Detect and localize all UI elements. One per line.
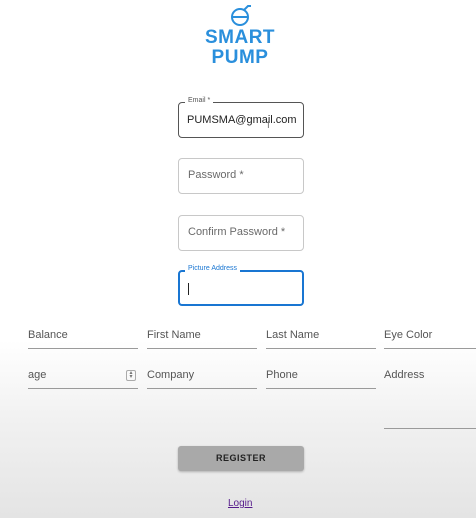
password-field[interactable]: Password * — [178, 158, 304, 194]
phone-field[interactable]: Phone — [266, 366, 376, 389]
company-field[interactable]: Company — [147, 366, 257, 389]
confirm-password-placeholder: Confirm Password * — [188, 226, 286, 238]
balance-field[interactable]: Balance — [28, 326, 138, 349]
brand-line-1: SMART — [204, 27, 276, 48]
email-field[interactable]: Email * PUMSMA@gmail.com I — [178, 97, 304, 138]
address-placeholder: Address — [384, 369, 425, 381]
first-name-placeholder: First Name — [147, 329, 201, 341]
text-cursor-icon: I — [267, 120, 270, 131]
age-placeholder: age — [28, 369, 47, 381]
last-name-placeholder: Last Name — [266, 329, 320, 341]
pump-icon — [231, 5, 251, 26]
email-label: Email * — [185, 97, 214, 104]
first-name-field[interactable]: First Name — [147, 326, 257, 349]
picture-address-field[interactable]: Picture Address — [178, 265, 304, 306]
last-name-field[interactable]: Last Name — [266, 326, 376, 349]
confirm-password-field[interactable]: Confirm Password * — [178, 215, 304, 251]
eye-color-field[interactable]: Eye Color — [384, 326, 476, 349]
number-stepper-icon[interactable]: ▴ ▾ — [126, 370, 136, 381]
eye-color-placeholder: Eye Color — [384, 329, 433, 341]
login-link[interactable]: Login — [228, 498, 252, 509]
app-logo: SMART PUMP — [200, 4, 280, 68]
email-value: PUMSMA@gmail.com — [187, 114, 297, 126]
phone-placeholder: Phone — [266, 369, 298, 381]
age-field[interactable]: age ▴ ▾ — [28, 366, 138, 389]
brand-line-2: PUMP — [211, 47, 269, 68]
balance-placeholder: Balance — [28, 329, 68, 341]
picture-address-label: Picture Address — [185, 265, 241, 272]
password-placeholder: Password * — [188, 169, 244, 181]
company-placeholder: Company — [147, 369, 195, 381]
input-caret — [188, 283, 189, 295]
register-button[interactable]: REGISTER — [178, 446, 304, 471]
address-field[interactable]: Address — [384, 366, 476, 429]
